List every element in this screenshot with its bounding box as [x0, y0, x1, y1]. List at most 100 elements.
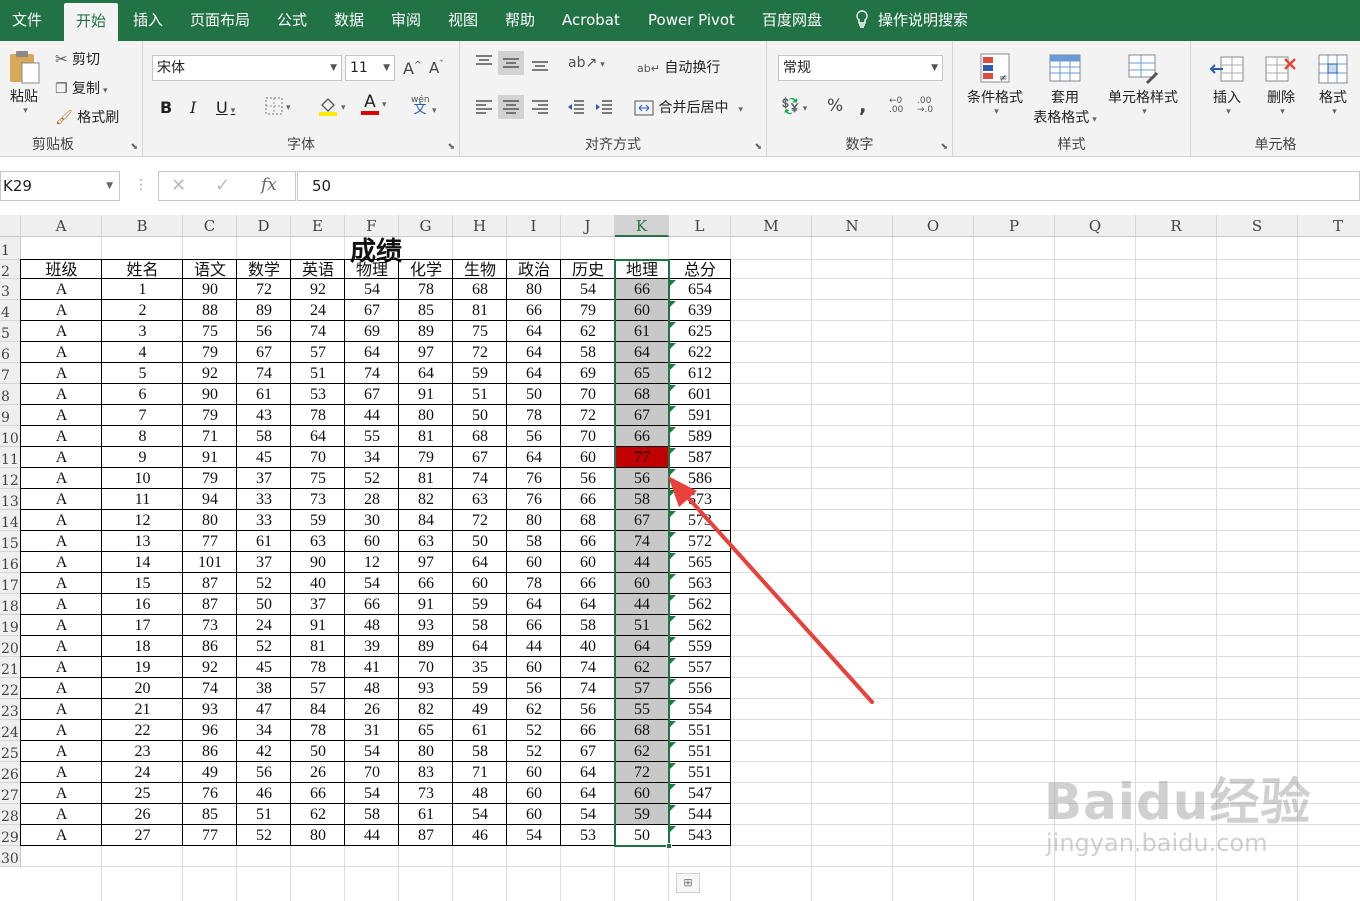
font-size-select[interactable]: 11 ▼: [345, 55, 395, 81]
tab-baidu-netdisk[interactable]: 百度网盘: [750, 0, 834, 41]
tab-insert[interactable]: 插入: [121, 0, 175, 41]
align-center-button[interactable]: [498, 95, 524, 119]
formula-bar: K29 ▼ ⋮ ✕ ✓ fx 50: [0, 167, 1360, 205]
name-box-value: K29: [3, 177, 32, 195]
cell-styles-label: 单元格样式: [1108, 90, 1178, 106]
name-box[interactable]: K29 ▼: [0, 171, 120, 201]
increase-decimal-button[interactable]: ←0.00: [889, 97, 903, 116]
font-group: 宋体 ▼ 11 ▼ A^ Aˇ B I U ▾ ▾ ▾ A ▾ wén 文 ▾ 字体 ⬊: [143, 41, 460, 157]
worksheet-grid[interactable]: ABCDEFGHIJKLMNOPQRST 1 2 3 4 5 6 7 8 9 10 11 12 13 14…: [0, 215, 1360, 901]
increase-indent-button[interactable]: [594, 97, 614, 117]
borders-button[interactable]: ▾: [265, 97, 291, 115]
red-arrow-annotation: [668, 476, 874, 704]
chevron-down-icon: ▾: [1142, 107, 1147, 117]
fill-color-button[interactable]: ▾: [318, 96, 346, 116]
bold-button[interactable]: B: [160, 98, 172, 117]
align-bottom-icon: [532, 61, 548, 71]
decrease-indent-icon: [568, 100, 584, 114]
shrink-font-label: A: [429, 59, 440, 77]
tab-review[interactable]: 审阅: [379, 0, 433, 41]
align-top-button[interactable]: [474, 53, 494, 73]
wrap-text-label: 自动换行: [664, 60, 721, 76]
tab-file[interactable]: 文件: [0, 0, 54, 41]
dialog-launcher-icon[interactable]: ⬊: [447, 142, 455, 152]
tab-data[interactable]: 数据: [322, 0, 376, 41]
format-as-table-button[interactable]: 套用 表格格式 ▾: [1029, 51, 1101, 127]
format-painter-icon: 🖌: [55, 110, 73, 126]
font-name-value: 宋体: [157, 60, 185, 76]
align-bottom-button[interactable]: [530, 53, 550, 73]
orientation-button[interactable]: ab↗ ▾: [568, 55, 605, 71]
cell-styles-button[interactable]: 单元格样式 ▾: [1103, 51, 1183, 117]
conditional-formatting-icon: ≠: [980, 53, 1010, 84]
chevron-down-icon: ▾: [802, 104, 808, 114]
dialog-launcher-icon[interactable]: ⬊: [940, 142, 948, 152]
clipboard-group-label: 剪贴板: [32, 137, 74, 153]
scissors-icon: ✂: [55, 50, 68, 68]
decrease-indent-button[interactable]: [566, 97, 586, 117]
format-as-table-icon: [1049, 54, 1081, 82]
italic-button[interactable]: I: [190, 98, 196, 117]
copy-button[interactable]: ❐ 复制 ▾: [55, 78, 108, 98]
tab-view[interactable]: 视图: [436, 0, 490, 41]
chevron-down-icon: ▾: [432, 106, 437, 116]
align-center-icon: [503, 100, 519, 114]
insert-cells-label: 插入: [1213, 90, 1241, 106]
chevron-down-icon: ▾: [286, 103, 291, 113]
cancel-icon[interactable]: ✕: [171, 175, 186, 196]
tab-formulas[interactable]: 公式: [265, 0, 319, 41]
cut-label: 剪切: [72, 52, 101, 68]
align-right-button[interactable]: [530, 97, 550, 117]
formula-buttons: ✕ ✓ fx: [158, 171, 296, 201]
shrink-font-button[interactable]: Aˇ: [429, 59, 444, 77]
accounting-format-button[interactable]: 💱 ▾: [781, 97, 807, 115]
grow-font-button[interactable]: A^: [403, 59, 422, 78]
font-name-select[interactable]: 宋体 ▼: [152, 55, 342, 81]
align-middle-button[interactable]: [498, 51, 524, 75]
format-cells-label: 格式: [1319, 90, 1347, 106]
insert-function-button[interactable]: fx: [261, 175, 277, 195]
enter-check-icon[interactable]: ✓: [215, 175, 230, 196]
tab-power-pivot[interactable]: Power Pivot: [636, 0, 747, 41]
paste-button[interactable]: 粘贴 ▾: [6, 49, 42, 116]
chevron-down-icon: ▾: [1332, 107, 1337, 117]
font-color-button[interactable]: A ▾: [361, 94, 387, 115]
percent-style-button[interactable]: %: [827, 96, 843, 116]
dialog-launcher-icon[interactable]: ⬊: [754, 142, 762, 152]
chevron-down-icon: ▼: [383, 63, 390, 73]
format-as-table-label-2: 表格格式 ▾: [1033, 110, 1097, 126]
tab-home[interactable]: 开始: [64, 3, 119, 41]
format-cells-button[interactable]: 格式 ▾: [1311, 51, 1355, 117]
ribbon: 粘贴 ▾ ✂ 剪切 ❐ 复制 ▾ 🖌 格式刷 剪贴板 ⬊ 宋体 ▼ 11 ▼ A^ A…: [0, 41, 1360, 157]
delete-cells-button[interactable]: 删除 ▾: [1259, 51, 1303, 117]
format-painter-button[interactable]: 🖌 格式刷: [55, 107, 119, 127]
formula-bar-splitter-icon[interactable]: ⋮: [134, 177, 148, 193]
tab-acrobat[interactable]: Acrobat: [550, 0, 632, 41]
chevron-down-icon: ▾: [1226, 107, 1231, 117]
grow-font-label: A: [403, 59, 414, 78]
alignment-group: ab↗ ▾ ab↵ 自动换行 合并后居中 ▾ 对齐方式 ⬊: [460, 41, 767, 157]
number-format-select[interactable]: 常规 ▼: [778, 55, 943, 81]
conditional-formatting-button[interactable]: ≠ 条件格式 ▾: [963, 51, 1027, 117]
insert-cells-icon: [1209, 56, 1244, 82]
tab-help[interactable]: 帮助: [493, 0, 547, 41]
wrap-text-button[interactable]: ab↵ 自动换行: [637, 57, 720, 77]
merge-cells-icon: [634, 100, 654, 116]
chevron-down-icon: ▾: [341, 103, 346, 113]
tell-me-search[interactable]: 操作说明搜索: [848, 0, 980, 41]
dialog-launcher-icon[interactable]: ⬊: [130, 142, 138, 152]
insert-cells-button[interactable]: 插入 ▾: [1205, 51, 1249, 117]
chevron-down-icon: ▾: [382, 100, 387, 110]
merge-center-button[interactable]: 合并后居中 ▾: [634, 97, 743, 117]
underline-button[interactable]: U ▾: [216, 98, 235, 117]
watermark: Baidu经验 jingyan.baidu.com: [1044, 775, 1311, 857]
formula-input[interactable]: 50: [297, 171, 1360, 201]
cut-button[interactable]: ✂ 剪切: [55, 49, 100, 69]
decrease-decimal-button[interactable]: .00 →.0: [917, 97, 933, 116]
comma-style-button[interactable]: ,: [859, 93, 867, 117]
phonetic-guide-button[interactable]: wén 文 ▾: [411, 95, 437, 117]
menu-bar: 文件 开始 插入 页面布局 公式 数据 审阅 视图 帮助 Acrobat Pow…: [0, 0, 1360, 41]
phonetic-icon: wén 文: [411, 95, 430, 117]
align-left-button[interactable]: [474, 97, 494, 117]
tab-page-layout[interactable]: 页面布局: [178, 0, 262, 41]
